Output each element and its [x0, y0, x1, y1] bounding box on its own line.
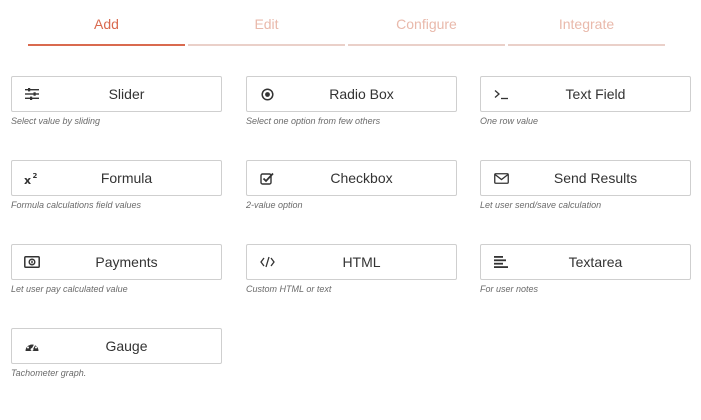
money-icon: [24, 254, 40, 270]
sliders-icon: [24, 86, 40, 102]
text-field-description: One row value: [480, 116, 539, 126]
checkbox-description: 2-value option: [246, 200, 303, 210]
field-card-payments: Payments Let user pay calculated value: [11, 244, 222, 295]
tab-edit-underline: [188, 44, 345, 46]
html-label: HTML: [342, 254, 381, 270]
tab-edit-label: Edit: [254, 16, 279, 32]
code-icon: [259, 254, 275, 270]
payments-description: Let user pay calculated value: [11, 284, 128, 294]
add-payments-button[interactable]: Payments: [11, 244, 222, 280]
text-field-label: Text Field: [565, 86, 626, 102]
gauge-description: Tachometer graph.: [11, 368, 87, 378]
tab-configure-label: Configure: [396, 16, 457, 32]
field-card-send-results: Send Results Let user send/save calculat…: [480, 160, 691, 211]
field-card-text-field: Text Field One row value: [480, 76, 691, 127]
tab-integrate-underline: [508, 44, 665, 46]
textarea-label: Textarea: [568, 254, 623, 270]
add-radio-box-button[interactable]: Radio Box: [246, 76, 457, 112]
formula-description: Formula calculations field values: [11, 200, 142, 210]
checkbox-icon: [259, 170, 275, 186]
gauge-label: Gauge: [105, 338, 148, 354]
align-left-icon: [493, 254, 509, 270]
slider-label: Slider: [108, 86, 145, 102]
tab-configure[interactable]: Configure: [348, 0, 505, 46]
add-text-field-button[interactable]: Text Field: [480, 76, 691, 112]
tab-add-underline: [28, 44, 185, 46]
send-results-description: Let user send/save calculation: [480, 200, 602, 210]
terminal-icon: [493, 86, 509, 102]
tab-add-label: Add: [94, 16, 119, 32]
gauge-icon: [24, 338, 40, 354]
field-card-gauge: Gauge Tachometer graph.: [11, 328, 222, 379]
add-send-results-button[interactable]: Send Results: [480, 160, 691, 196]
add-textarea-button[interactable]: Textarea: [480, 244, 691, 280]
tab-integrate[interactable]: Integrate: [508, 0, 665, 46]
add-slider-button[interactable]: Slider: [11, 76, 222, 112]
superscript-icon: x 2: [24, 170, 40, 186]
radio-icon: [259, 86, 275, 102]
field-card-radio-box: Radio Box Select one option from few oth…: [246, 76, 457, 127]
payments-label: Payments: [95, 254, 158, 270]
tab-add[interactable]: Add: [28, 0, 185, 46]
field-card-html: HTML Custom HTML or text: [246, 244, 457, 295]
field-card-textarea: Textarea For user notes: [480, 244, 691, 295]
add-html-button[interactable]: HTML: [246, 244, 457, 280]
send-results-label: Send Results: [553, 170, 638, 186]
textarea-description: For user notes: [480, 284, 539, 294]
radio-box-description: Select one option from few others: [246, 116, 381, 126]
html-description: Custom HTML or text: [246, 284, 332, 294]
envelope-icon: [493, 170, 509, 186]
tab-bar: Add Edit Configure Integrate: [0, 0, 701, 46]
tab-configure-underline: [348, 44, 505, 46]
tab-integrate-label: Integrate: [558, 16, 615, 32]
field-card-slider: Slider Select value by sliding: [11, 76, 222, 127]
slider-description: Select value by sliding: [11, 116, 101, 126]
radio-box-label: Radio Box: [329, 86, 394, 102]
add-formula-button[interactable]: x 2 Formula: [11, 160, 222, 196]
tab-edit[interactable]: Edit: [188, 0, 345, 46]
formula-label: Formula: [100, 170, 153, 186]
field-card-checkbox: Checkbox 2-value option: [246, 160, 457, 211]
field-card-formula: x 2 Formula Formula calculations field v…: [11, 160, 222, 211]
checkbox-label: Checkbox: [330, 170, 393, 186]
add-gauge-button[interactable]: Gauge: [11, 328, 222, 364]
add-checkbox-button[interactable]: Checkbox: [246, 160, 457, 196]
svg-text:2: 2: [33, 172, 38, 180]
svg-text:x: x: [24, 174, 31, 185]
